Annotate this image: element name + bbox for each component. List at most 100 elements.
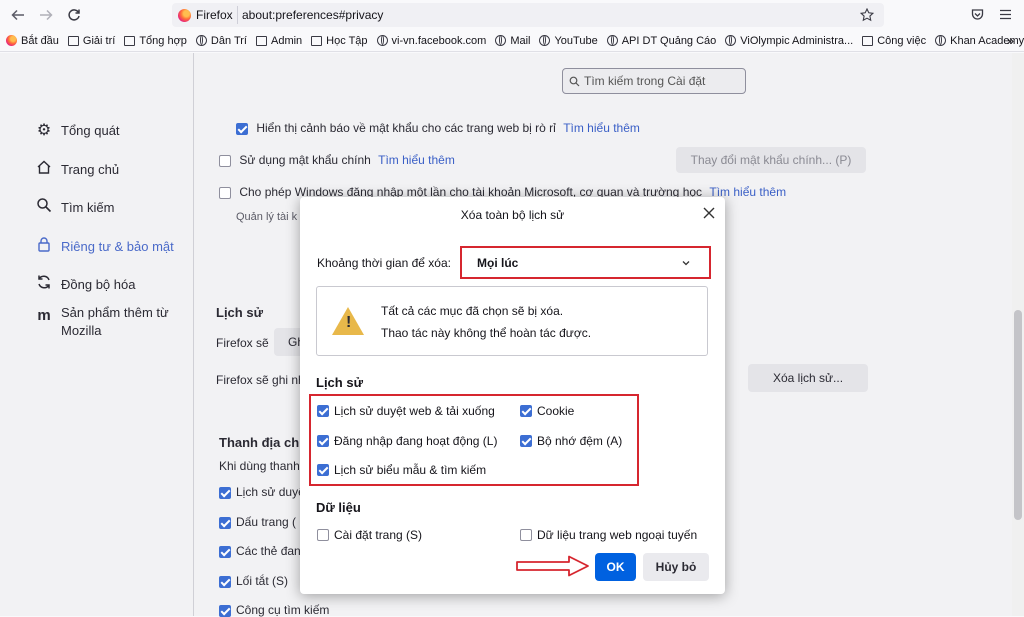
checkbox[interactable] — [520, 405, 532, 417]
bookmark-label: YouTube — [554, 34, 598, 47]
checkbox[interactable] — [317, 435, 329, 447]
sidebar-item-home[interactable]: Trang chủ — [34, 159, 119, 180]
globe-icon — [376, 35, 388, 46]
dialog-title: Xóa toàn bộ lịch sử — [460, 208, 565, 222]
master-password-checkbox[interactable] — [219, 154, 231, 167]
ok-button[interactable]: OK — [595, 553, 636, 581]
option-label: Đăng nhập đang hoạt động (L) — [334, 434, 498, 448]
menu-hamburger-icon[interactable] — [999, 8, 1012, 21]
bookmark-item[interactable]: ViOlympic Administra... — [725, 35, 853, 47]
chevron-down-icon — [682, 261, 690, 266]
time-range-select[interactable]: Mọi lúc — [460, 246, 711, 279]
checkbox[interactable] — [317, 405, 329, 417]
bookmark-label: Mail — [510, 34, 531, 47]
address-bar-checkbox[interactable] — [219, 575, 231, 588]
clear-history-button[interactable]: Xóa lịch sử... — [748, 364, 868, 392]
checkbox[interactable] — [520, 529, 532, 541]
bookmark-item[interactable]: Dân Trí — [195, 35, 247, 47]
address-bar-checkbox[interactable] — [219, 604, 231, 617]
data-option-site-settings[interactable]: Cài đặt trang (S) — [317, 528, 422, 542]
data-section-heading: Dữ liệu — [316, 500, 361, 515]
history-option-cache[interactable]: Bộ nhớ đệm (A) — [520, 434, 622, 448]
manage-accounts-text: Quản lý tài k — [236, 211, 298, 223]
bookmark-folder[interactable]: Tổng hợp — [124, 35, 187, 47]
bookmark-item[interactable]: Mail — [495, 35, 530, 47]
sidebar-item-addons[interactable]: m Sản phẩm thêm từ Mozilla — [34, 304, 168, 340]
windows-sso-checkbox[interactable] — [219, 186, 231, 199]
warning-line1: Tất cả các mục đã chọn sẽ bị xóa. — [381, 304, 564, 318]
bookmark-star-icon[interactable] — [860, 8, 874, 22]
bookmark-folder[interactable]: Giải trí — [67, 35, 115, 47]
bookmark-label: API DT Quảng Cáo — [621, 34, 717, 47]
back-button[interactable] — [7, 4, 29, 26]
globe-icon — [725, 35, 737, 46]
bookmark-item[interactable]: API DT Quảng Cáo — [606, 34, 717, 47]
history-option-browsing[interactable]: Lịch sử duyệt web & tải xuống — [317, 404, 495, 418]
sidebar-item-search[interactable]: Tìm kiếm — [34, 197, 114, 218]
scrollbar-thumb[interactable] — [1014, 310, 1022, 520]
globe-icon — [935, 35, 947, 46]
clear-history-dialog: Xóa toàn bộ lịch sử Khoảng thời gian để … — [300, 197, 725, 594]
url-text[interactable]: about:preferences#privacy — [242, 8, 383, 22]
sidebar-item-label: Đồng bộ hóa — [61, 277, 136, 292]
option-label: Bộ nhớ đệm (A) — [537, 434, 623, 448]
firefox-will-label: Firefox sẽ — [216, 336, 269, 350]
address-bar-checkbox[interactable] — [219, 486, 231, 499]
dialog-close-button[interactable] — [703, 203, 715, 224]
addons-label-line2: Mozilla — [61, 323, 102, 338]
bookmarks-overflow-chevron-icon[interactable]: » — [1007, 33, 1014, 48]
lock-icon — [34, 236, 54, 257]
checkbox[interactable] — [520, 435, 532, 447]
identity-box[interactable]: Firefox — [178, 6, 238, 24]
learn-more-link[interactable]: Tìm hiểu thêm — [378, 153, 455, 167]
breach-alert-row: Hiển thị cảnh báo về mật khẩu cho các tr… — [236, 121, 640, 135]
gear-icon: ⚙ — [36, 122, 52, 139]
bookmark-item[interactable]: vi-vn.facebook.com — [376, 35, 486, 47]
bookmark-folder[interactable]: Học Tập — [311, 34, 368, 47]
history-section-heading: Lịch sử — [316, 375, 363, 390]
option-label: Lịch sử biểu mẫu & tìm kiếm — [334, 463, 487, 477]
bookmark-folder[interactable]: Admin — [255, 35, 302, 47]
checkbox[interactable] — [317, 464, 329, 476]
url-bar[interactable]: Firefox about:preferences#privacy — [172, 3, 884, 27]
change-master-password-button[interactable]: Thay đổi mật khẩu chính... (P) — [676, 147, 866, 173]
address-bar-heading: Thanh địa ch — [219, 435, 300, 450]
data-option-offline-data[interactable]: Dữ liệu trang web ngoại tuyến — [520, 528, 697, 542]
checkbox[interactable] — [317, 529, 329, 541]
address-bar-option: Các thẻ đan — [219, 544, 301, 558]
firefox-icon — [6, 35, 17, 46]
bookmark-item[interactable]: YouTube — [539, 34, 598, 47]
pocket-icon[interactable] — [971, 8, 984, 21]
sidebar-item-privacy[interactable]: Riêng tư & bảo mật — [34, 236, 174, 257]
sidebar-divider — [193, 53, 194, 616]
bookmark-item[interactable]: Bắt đầu — [6, 35, 59, 47]
master-password-label: Sử dụng mật khẩu chính — [239, 153, 371, 167]
back-arrow-icon — [11, 9, 24, 21]
address-bar-option: Lịch sử duyệt — [219, 485, 308, 499]
warning-exclamation-mark: ! — [346, 314, 352, 331]
forward-button[interactable] — [35, 4, 57, 26]
address-bar-checkbox[interactable] — [219, 516, 231, 529]
history-option-form-search[interactable]: Lịch sử biểu mẫu & tìm kiếm — [317, 463, 486, 477]
learn-more-link[interactable]: Tìm hiểu thêm — [563, 121, 640, 135]
time-range-value: Mọi lúc — [477, 255, 519, 270]
reload-button[interactable] — [63, 4, 85, 26]
settings-search-input[interactable]: Tìm kiếm trong Cài đặt — [562, 68, 746, 94]
history-option-active-logins[interactable]: Đăng nhập đang hoạt động (L) — [317, 434, 497, 448]
address-bar-option: Dấu trang ( — [219, 515, 296, 529]
folder-icon — [255, 35, 267, 46]
cancel-button[interactable]: Hủy bỏ — [643, 553, 709, 581]
sidebar-item-sync[interactable]: Đồng bộ hóa — [34, 274, 135, 295]
history-option-cookies[interactable]: Cookie — [520, 404, 574, 418]
sidebar-item-general[interactable]: ⚙ Tổng quát — [34, 120, 120, 140]
warning-line2: Thao tác này không thể hoàn tác được. — [381, 326, 592, 340]
sidebar-item-label: Tổng quát — [61, 122, 120, 138]
firefox-will-record-label: Firefox sẽ ghi nh — [216, 373, 305, 387]
address-bar-option-label: Lịch sử duyệt — [236, 485, 309, 499]
address-bar-checkbox[interactable] — [219, 545, 231, 558]
option-label: Cookie — [537, 404, 575, 418]
bookmark-label: Học Tập — [326, 34, 368, 47]
folder-icon — [124, 35, 136, 46]
breach-alert-checkbox[interactable] — [236, 122, 248, 135]
bookmark-folder[interactable]: Công việc — [862, 35, 926, 47]
